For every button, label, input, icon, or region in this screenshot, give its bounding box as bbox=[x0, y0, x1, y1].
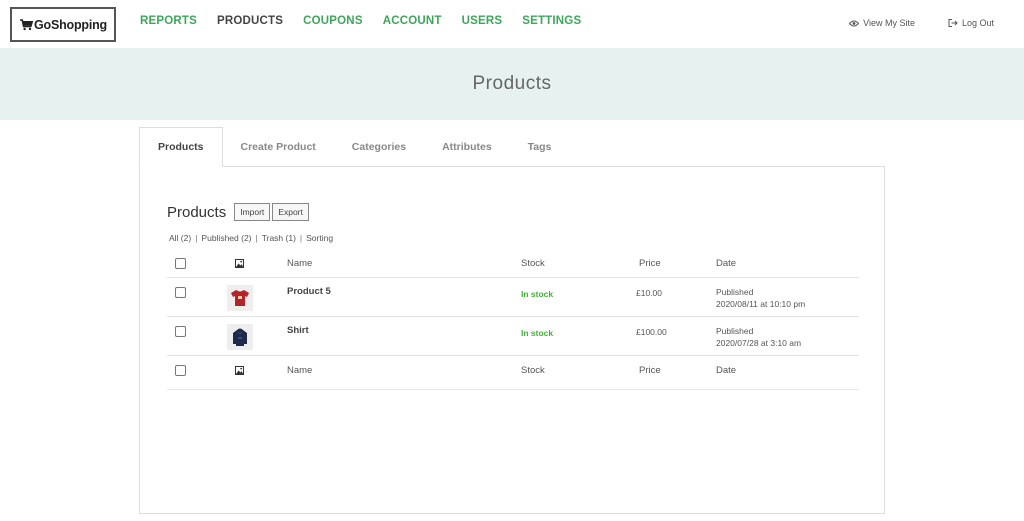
tab-products[interactable]: Products bbox=[139, 127, 223, 167]
tab-tags[interactable]: Tags bbox=[510, 127, 570, 167]
navy-hoodie-icon bbox=[233, 328, 247, 346]
brand-logo[interactable]: GoShopping bbox=[10, 7, 116, 42]
header-stock: Stock bbox=[521, 258, 545, 269]
log-out-link[interactable]: Log Out bbox=[948, 18, 994, 28]
main-nav: REPORTS PRODUCTS COUPONS ACCOUNT USERS S… bbox=[140, 15, 601, 27]
header-actions: View My Site Log Out bbox=[816, 18, 994, 28]
row-checkbox[interactable] bbox=[175, 287, 186, 298]
view-site-label: View My Site bbox=[863, 18, 915, 28]
header-name[interactable]: Name bbox=[287, 258, 312, 269]
filter-trash[interactable]: Trash (1) bbox=[262, 233, 296, 243]
product-thumbnail[interactable] bbox=[227, 285, 253, 311]
brand-name: GoShopping bbox=[34, 17, 107, 32]
publish-date: 2020/07/28 at 3:10 am bbox=[716, 338, 802, 348]
products-panel: Products Import Export All (2) | Publish… bbox=[139, 166, 885, 514]
top-navigation-bar: GoShopping REPORTS PRODUCTS COUPONS ACCO… bbox=[0, 0, 1024, 48]
nav-settings[interactable]: SETTINGS bbox=[522, 15, 581, 27]
products-table: Name Stock Price Date Product 5 In stock… bbox=[167, 249, 859, 390]
view-site-link[interactable]: View My Site bbox=[849, 18, 915, 28]
table-header-row: Name Stock Price Date bbox=[167, 249, 859, 278]
footer-price[interactable]: Price bbox=[639, 365, 661, 376]
page-title: Products bbox=[472, 73, 552, 94]
product-date: Published 2020/08/11 at 10:10 pm bbox=[716, 286, 805, 310]
stock-status: In stock bbox=[521, 289, 554, 299]
product-name-link[interactable]: Shirt bbox=[287, 325, 309, 336]
footer-name[interactable]: Name bbox=[287, 365, 312, 376]
tab-create-product[interactable]: Create Product bbox=[223, 127, 334, 167]
image-column-icon bbox=[235, 259, 244, 268]
image-column-icon bbox=[235, 366, 244, 375]
filter-separator: | bbox=[195, 233, 198, 243]
page-header-band: Products bbox=[0, 48, 1024, 120]
row-checkbox[interactable] bbox=[175, 326, 186, 337]
product-name-link[interactable]: Product 5 bbox=[287, 286, 331, 297]
nav-account[interactable]: ACCOUNT bbox=[383, 15, 442, 27]
nav-coupons[interactable]: COUPONS bbox=[303, 15, 363, 27]
panel-title: Products bbox=[167, 203, 227, 221]
header-date[interactable]: Date bbox=[716, 258, 736, 269]
product-tabs: Products Create Product Categories Attri… bbox=[139, 127, 569, 167]
select-all-checkbox[interactable] bbox=[175, 258, 186, 269]
filter-all[interactable]: All (2) bbox=[169, 233, 191, 243]
tab-attributes[interactable]: Attributes bbox=[424, 127, 510, 167]
nav-reports[interactable]: REPORTS bbox=[140, 15, 197, 27]
footer-stock: Stock bbox=[521, 365, 545, 376]
table-footer-row: Name Stock Price Date bbox=[167, 356, 859, 390]
nav-products[interactable]: PRODUCTS bbox=[217, 15, 283, 27]
export-button[interactable]: Export bbox=[272, 203, 309, 221]
import-button[interactable]: Import bbox=[234, 203, 271, 221]
product-price: £10.00 bbox=[636, 288, 662, 298]
stock-status: In stock bbox=[521, 328, 554, 338]
header-price[interactable]: Price bbox=[639, 258, 661, 269]
shopping-cart-icon bbox=[20, 18, 33, 30]
footer-date[interactable]: Date bbox=[716, 365, 736, 376]
publish-date: 2020/08/11 at 10:10 pm bbox=[716, 299, 806, 309]
status-filters: All (2) | Published (2) | Trash (1) | So… bbox=[169, 233, 333, 243]
panel-header: Products Import Export bbox=[167, 203, 311, 221]
product-price: £100.00 bbox=[636, 327, 667, 337]
filter-separator: | bbox=[255, 233, 258, 243]
tab-categories[interactable]: Categories bbox=[334, 127, 424, 167]
filter-published[interactable]: Published (2) bbox=[201, 233, 251, 243]
eye-icon bbox=[849, 20, 860, 26]
product-date: Published 2020/07/28 at 3:10 am bbox=[716, 325, 801, 349]
table-row: Shirt In stock £100.00 Published 2020/07… bbox=[167, 317, 859, 356]
filter-sorting[interactable]: Sorting bbox=[306, 233, 333, 243]
log-out-icon bbox=[948, 19, 958, 27]
filter-separator: | bbox=[299, 233, 303, 243]
publish-status: Published bbox=[716, 287, 754, 297]
product-thumbnail[interactable] bbox=[227, 324, 253, 350]
red-tshirt-icon bbox=[231, 290, 249, 306]
publish-status: Published bbox=[716, 326, 754, 336]
select-all-checkbox-footer[interactable] bbox=[175, 365, 186, 376]
log-out-label: Log Out bbox=[961, 18, 994, 28]
nav-users[interactable]: USERS bbox=[462, 15, 503, 27]
table-row: Product 5 In stock £10.00 Published 2020… bbox=[167, 278, 859, 317]
